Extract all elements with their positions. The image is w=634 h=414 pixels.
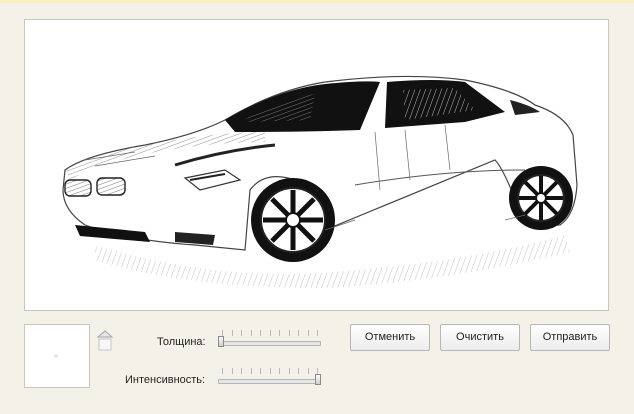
slider-tick (241, 368, 242, 374)
slider-thumb[interactable] (315, 374, 321, 385)
slider-tick (270, 368, 271, 374)
slider-tick (260, 330, 261, 336)
slider-tick (298, 330, 299, 336)
slider-tick (308, 368, 309, 374)
slider-tick (260, 368, 261, 374)
thickness-label: Толщина: (157, 336, 206, 348)
cancel-button[interactable]: Отменить (350, 324, 430, 351)
slider-track (218, 379, 321, 384)
slider-tick (232, 368, 233, 374)
slider-tick (222, 368, 223, 374)
slider-track (218, 341, 321, 346)
send-button[interactable]: Отправить (530, 324, 610, 351)
slider-tick (270, 330, 271, 336)
slider-tick (298, 368, 299, 374)
slider-tick (317, 330, 318, 336)
thickness-slider[interactable] (218, 328, 321, 352)
color-picker-toggle[interactable] (96, 329, 114, 351)
slider-ticks (222, 368, 318, 374)
brush-dot (54, 354, 58, 358)
brush-preview[interactable] (24, 324, 90, 388)
slider-tick (279, 368, 280, 374)
slider-tick (279, 330, 280, 336)
intensity-slider[interactable] (218, 366, 321, 390)
up-arrow-icon (96, 330, 114, 351)
slider-tick (289, 368, 290, 374)
slider-thumb[interactable] (218, 336, 224, 347)
slider-ticks (222, 330, 318, 336)
slider-tick (232, 330, 233, 336)
car-sketch-image (62, 75, 578, 288)
slider-tick (251, 330, 252, 336)
clear-button[interactable]: Очистить (440, 324, 520, 351)
slider-tick (289, 330, 290, 336)
top-border-strip (0, 0, 634, 3)
drawing-canvas[interactable] (24, 19, 609, 311)
slider-tick (308, 330, 309, 336)
slider-tick (251, 368, 252, 374)
intensity-label: Интенсивность: (125, 374, 206, 386)
slider-tick (241, 330, 242, 336)
